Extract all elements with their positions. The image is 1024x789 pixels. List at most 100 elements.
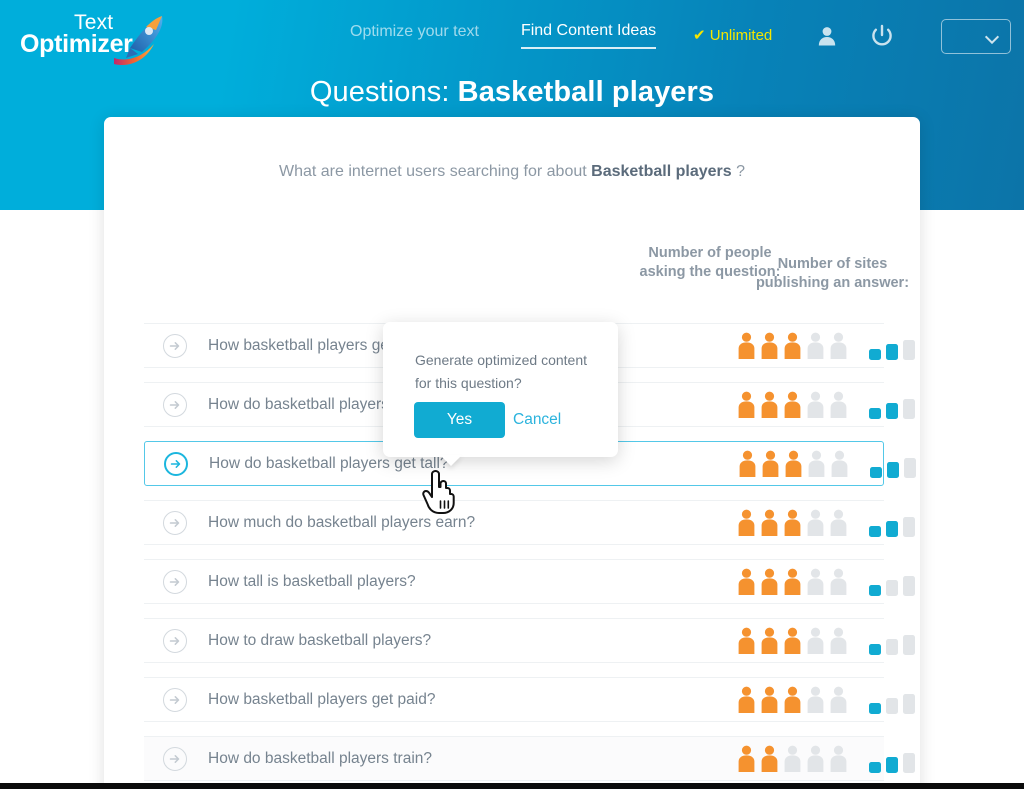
bar-segment — [886, 402, 898, 419]
question-text: How do basketball players get tall? — [209, 454, 449, 472]
person-icon — [738, 332, 755, 359]
question-row[interactable]: How to draw basketball players? — [144, 618, 915, 663]
question-row[interactable]: How much do basketball players earn? — [144, 500, 915, 545]
sites-rating — [869, 745, 920, 773]
person-icon — [830, 509, 847, 536]
person-icon — [830, 745, 847, 772]
sites-rating — [870, 450, 920, 478]
people-rating — [736, 745, 849, 773]
question-row[interactable]: How tall is basketball players? — [144, 559, 915, 604]
bar-segment — [869, 761, 881, 773]
language-select[interactable] — [941, 19, 1011, 54]
person-icon — [808, 450, 825, 477]
person-icon — [830, 568, 847, 595]
person-icon — [784, 509, 801, 536]
sites-rating — [869, 332, 920, 360]
bar-segment — [903, 339, 915, 360]
sites-rating — [869, 627, 920, 655]
bar-segment — [903, 634, 915, 655]
sites-rating — [869, 509, 920, 537]
confirm-popover: Generate optimized content for this ques… — [383, 322, 618, 457]
person-icon — [761, 509, 778, 536]
plan-badge[interactable]: ✔ Unlimited — [693, 26, 772, 44]
bar-segment — [869, 643, 881, 655]
person-icon — [807, 627, 824, 654]
person-icon — [738, 745, 755, 772]
card-subtitle-keyword: Basketball players — [591, 163, 732, 180]
rocket-pencil-icon — [114, 16, 163, 66]
top-navigation: Text Optimizer Optimize your text Find C… — [0, 0, 1024, 72]
person-icon — [739, 450, 756, 477]
question-row[interactable]: How basketball players get paid? — [144, 677, 915, 722]
user-icon[interactable] — [814, 23, 840, 49]
person-icon — [784, 627, 801, 654]
people-rating — [736, 686, 849, 714]
person-icon — [830, 332, 847, 359]
arrow-circle-icon[interactable] — [163, 392, 187, 417]
person-icon — [761, 332, 778, 359]
card-subtitle-suffix: ? — [736, 163, 746, 180]
confirm-cancel-button[interactable]: Cancel — [513, 411, 561, 429]
people-rating — [737, 450, 850, 478]
person-icon — [761, 745, 778, 772]
confirm-popover-message: Generate optimized content for this ques… — [415, 352, 587, 391]
bar-segment — [886, 697, 898, 714]
power-icon[interactable] — [869, 23, 895, 49]
bar-segment — [903, 516, 915, 537]
person-icon — [807, 686, 824, 713]
arrow-circle-icon[interactable] — [163, 333, 187, 358]
people-rating — [736, 627, 849, 655]
app-root: Text Optimizer Optimize your text Find C… — [0, 0, 1024, 789]
person-icon — [784, 686, 801, 713]
people-rating — [736, 391, 849, 419]
bar-segment — [869, 702, 881, 714]
person-icon — [738, 686, 755, 713]
question-text: How tall is basketball players? — [208, 572, 416, 590]
arrow-circle-icon[interactable] — [163, 510, 187, 535]
sites-rating — [869, 686, 920, 714]
arrow-circle-icon[interactable] — [163, 687, 187, 712]
person-icon — [761, 391, 778, 418]
person-icon — [761, 627, 778, 654]
question-text: How do basketball players train? — [208, 749, 433, 767]
bar-segment — [869, 407, 881, 419]
nav-link-find-content-ideas[interactable]: Find Content Ideas — [520, 22, 657, 49]
bar-segment — [903, 398, 915, 419]
people-rating — [736, 509, 849, 537]
person-icon — [762, 450, 779, 477]
person-icon — [738, 391, 755, 418]
person-icon — [784, 332, 801, 359]
question-text: How much do basketball players earn? — [208, 513, 476, 531]
bar-segment — [886, 756, 898, 773]
page-title: Questions: Basketball players — [0, 76, 1024, 109]
people-rating — [736, 332, 849, 360]
person-icon — [807, 745, 824, 772]
arrow-circle-icon[interactable] — [163, 746, 187, 771]
person-icon — [807, 568, 824, 595]
bar-segment — [886, 579, 898, 596]
column-header-sites: Number of sites publishing an answer: — [755, 256, 910, 291]
person-icon — [761, 568, 778, 595]
bar-segment — [869, 584, 881, 596]
bar-segment — [903, 693, 915, 714]
question-text: How to draw basketball players? — [208, 631, 432, 649]
bar-segment — [903, 752, 915, 773]
person-icon — [738, 627, 755, 654]
arrow-circle-icon[interactable] — [163, 628, 187, 653]
person-icon — [831, 450, 848, 477]
question-text: How basketball players get paid? — [208, 690, 436, 708]
question-row[interactable]: How do basketball players train? — [144, 736, 915, 781]
arrow-circle-icon[interactable] — [163, 569, 187, 594]
person-icon — [830, 627, 847, 654]
nav-link-optimize[interactable]: Optimize your text — [350, 23, 479, 48]
confirm-yes-button[interactable]: Yes — [414, 402, 505, 438]
bar-segment — [869, 348, 881, 360]
bar-segment — [887, 461, 899, 478]
confirm-popover-tail — [440, 455, 462, 466]
brand-logo[interactable]: Text Optimizer — [14, 6, 174, 68]
sites-rating — [869, 391, 920, 419]
person-icon — [784, 391, 801, 418]
card-subtitle: What are internet users searching for ab… — [104, 163, 920, 181]
bar-segment — [904, 457, 916, 478]
arrow-circle-icon[interactable] — [164, 451, 188, 476]
